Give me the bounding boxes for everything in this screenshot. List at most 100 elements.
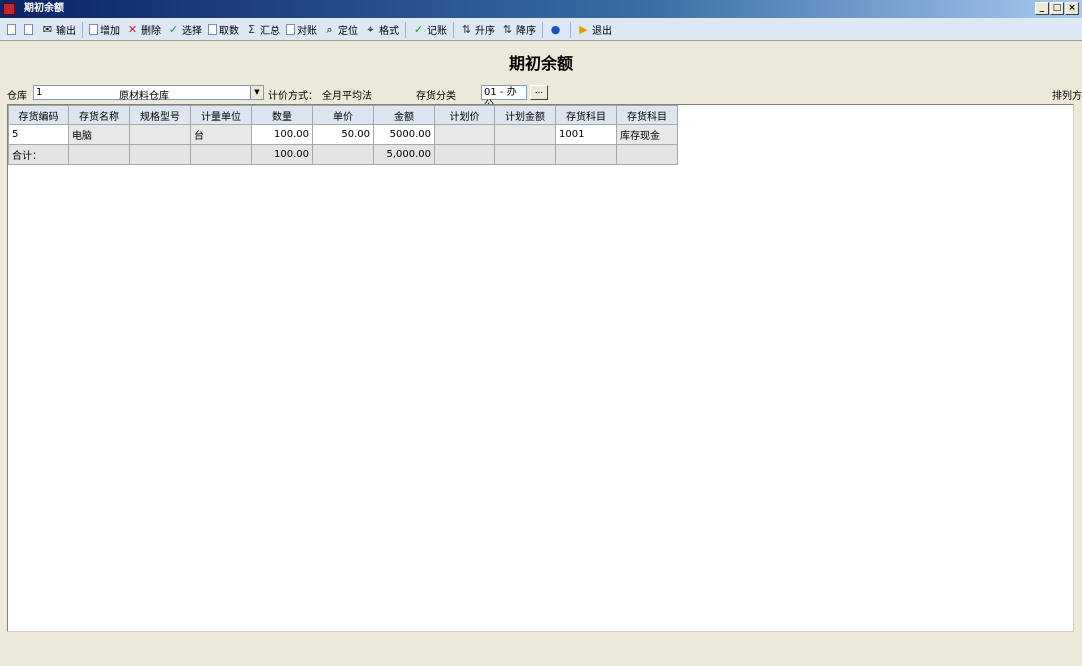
help-button[interactable]: ● [546, 21, 567, 39]
toolbar-label: 删除 [141, 26, 161, 37]
table-cell[interactable] [494, 124, 556, 145]
total-cell [494, 144, 556, 165]
table-cell[interactable]: 库存现金 [616, 124, 678, 145]
app-window: 期初余额 _ □ × ✉ 输出 增加 ✕ 删除 ✓ 选择 取数 Σ 汇总 对账 ⌕ 定位 ⌖ 格式 ✓ 记账 ⇅ 升… [0, 0, 1082, 666]
total-cell [190, 144, 252, 165]
total-cell: 合计： [8, 144, 69, 165]
help-icon: ● [550, 23, 561, 36]
filter-row: 仓库 1 原材料仓库 ▼ 计价方式： 全月平均法 存货分类 01 - 办公 ..… [0, 84, 1082, 111]
print-button[interactable] [4, 21, 21, 39]
total-cell [434, 144, 495, 165]
balance-table: 存货编码 存货名称 规格型号 计量单位 数量 单价 金额 计划价 计划金额 存货科目 存货科目 5电… [8, 105, 678, 165]
check-icon: ✓ [168, 23, 179, 36]
pricing-label: 计价方式： [268, 91, 318, 102]
table-row[interactable]: 5 电脑 台 100.00 50.00 5000.00 1001 库存现金 [8, 124, 678, 145]
total-row: 合计： 100.00 5,000.00 [8, 144, 678, 165]
table-cell[interactable]: 1001 [555, 124, 617, 145]
delete-button[interactable]: ✕ 删除 [123, 21, 164, 39]
column-header[interactable]: 金额 [373, 105, 435, 125]
sort-asc-button[interactable]: ⇅ 升序 [457, 21, 498, 39]
page-title: 期初余额 [508, 54, 573, 73]
category-browse-button[interactable]: ... [530, 85, 548, 100]
toolbar-label: 格式 [379, 26, 399, 37]
column-header[interactable]: 规格型号 [129, 105, 191, 125]
printer-icon [7, 24, 16, 35]
total-cell [616, 144, 678, 165]
toolbar-label: 升序 [475, 26, 495, 37]
total-cell [312, 144, 374, 165]
document-icon [286, 24, 295, 35]
column-header[interactable]: 计划金额 [494, 105, 556, 125]
maximize-button[interactable]: □ [1050, 2, 1064, 15]
export-icon: ✉ [42, 23, 53, 36]
table-cell[interactable]: 电脑 [68, 124, 130, 145]
add-button[interactable]: 增加 [86, 21, 123, 39]
warehouse-select[interactable]: 1 原材料仓库 ▼ [33, 85, 264, 102]
toolbar-label: 退出 [592, 26, 612, 37]
toolbar-label: 汇总 [260, 26, 280, 37]
toolbar-label: 输出 [56, 26, 76, 37]
total-cell [555, 144, 617, 165]
table-cell[interactable] [129, 124, 191, 145]
sort-desc-button[interactable]: ⇅ 降序 [498, 21, 539, 39]
toolbar-separator [453, 21, 454, 38]
select-button[interactable]: ✓ 选择 [164, 21, 205, 39]
grid-panel[interactable]: 存货编码 存货名称 规格型号 计量单位 数量 单价 金额 计划价 计划金额 存货科目 存货科目 5电… [7, 104, 1074, 632]
fetch-button[interactable]: 取数 [205, 21, 242, 39]
close-button[interactable]: × [1065, 2, 1079, 15]
preview-button[interactable] [21, 21, 38, 39]
toolbar-separator [82, 21, 83, 38]
total-cell: 100.00 [251, 144, 313, 165]
warehouse-label: 仓库 [7, 91, 27, 102]
chevron-down-icon[interactable]: ▼ [250, 86, 263, 99]
column-header[interactable]: 存货编码 [8, 105, 69, 125]
sort-label: 排列方 [1052, 91, 1082, 102]
column-header[interactable]: 存货科目 [555, 105, 617, 125]
export-button[interactable]: ✉ 输出 [38, 21, 79, 39]
table-cell[interactable]: 5000.00 [373, 124, 435, 145]
post-button[interactable]: ✓ 记账 [409, 21, 450, 39]
warehouse-code: 1 [36, 87, 43, 98]
sort-desc-icon: ⇅ [502, 23, 513, 36]
reconcile-button[interactable]: 对账 [283, 21, 320, 39]
sort-asc-icon: ⇅ [461, 23, 472, 36]
column-header[interactable]: 计量单位 [190, 105, 252, 125]
format-icon: ⌖ [367, 23, 374, 36]
app-icon [3, 3, 15, 15]
category-label: 存货分类 [416, 91, 456, 102]
check-icon: ✓ [413, 23, 424, 36]
document-icon [208, 24, 217, 35]
locate-button[interactable]: ⌕ 定位 [320, 21, 361, 39]
exit-button[interactable]: ▶ 退出 [574, 21, 615, 39]
preview-icon [24, 24, 33, 35]
total-cell [129, 144, 191, 165]
table-cell[interactable]: 台 [190, 124, 252, 145]
delete-x-icon: ✕ [127, 23, 138, 36]
summary-button[interactable]: Σ 汇总 [242, 21, 283, 39]
table-cell[interactable]: 5 [8, 124, 69, 145]
total-cell [68, 144, 130, 165]
document-icon [89, 24, 98, 35]
toolbar-label: 记账 [427, 26, 447, 37]
category-input[interactable]: 01 - 办公 [481, 85, 527, 111]
toolbar-separator [542, 21, 543, 38]
table-header: 存货编码 存货名称 规格型号 计量单位 数量 单价 金额 计划价 计划金额 存货科目 存货科目 [8, 105, 678, 125]
exit-arrow-icon: ▶ [579, 23, 588, 36]
column-header[interactable]: 单价 [312, 105, 374, 125]
total-cell: 5,000.00 [373, 144, 435, 165]
column-header[interactable]: 存货名称 [68, 105, 130, 125]
sigma-icon: Σ [248, 23, 255, 36]
table-cell[interactable]: 50.00 [312, 124, 374, 145]
toolbar-label: 取数 [219, 26, 239, 37]
table-cell[interactable]: 100.00 [251, 124, 313, 145]
pricing-value: 全月平均法 [322, 91, 372, 102]
column-header[interactable]: 计划价 [434, 105, 495, 125]
toolbar: ✉ 输出 增加 ✕ 删除 ✓ 选择 取数 Σ 汇总 对账 ⌕ 定位 ⌖ 格式 ✓ 记账 ⇅ 升序 ⇅ 降序 ● ▶ 退出 [0, 19, 1082, 41]
column-header[interactable]: 存货科目 [616, 105, 678, 125]
table-cell[interactable] [434, 124, 495, 145]
minimize-button[interactable]: _ [1035, 2, 1049, 15]
toolbar-label: 增加 [100, 26, 120, 37]
column-header[interactable]: 数量 [251, 105, 313, 125]
format-button[interactable]: ⌖ 格式 [361, 21, 402, 39]
toolbar-separator [570, 21, 571, 38]
